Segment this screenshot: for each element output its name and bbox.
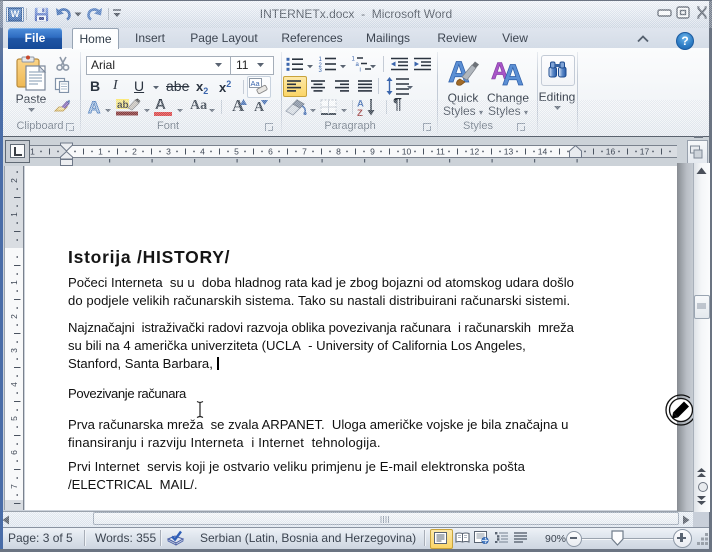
svg-text:Aa: Aa <box>251 79 261 88</box>
svg-text:i: i <box>360 68 361 73</box>
svg-text:ab: ab <box>117 100 129 111</box>
svg-text:2: 2 <box>132 146 137 156</box>
svg-text:2: 2 <box>9 178 19 183</box>
svg-text:3: 3 <box>9 348 19 353</box>
svg-text:9: 9 <box>370 146 375 156</box>
svg-text:12: 12 <box>470 146 480 156</box>
svg-text:3: 3 <box>166 146 171 156</box>
svg-text:8: 8 <box>336 146 341 156</box>
svg-text:6: 6 <box>9 450 19 455</box>
svg-text:14: 14 <box>538 146 548 156</box>
svg-text:1: 1 <box>30 146 35 156</box>
svg-text:6: 6 <box>268 146 273 156</box>
svg-text:17: 17 <box>640 146 650 156</box>
svg-text:2: 2 <box>9 314 19 319</box>
svg-text:4: 4 <box>9 382 19 387</box>
svg-text:16: 16 <box>606 146 616 156</box>
svg-text:7: 7 <box>302 146 307 156</box>
svg-text:5: 5 <box>9 416 19 421</box>
svg-text:11: 11 <box>436 146 445 156</box>
svg-text:10: 10 <box>402 146 412 156</box>
svg-text:A: A <box>502 59 524 88</box>
svg-text:4: 4 <box>200 146 205 156</box>
svg-text:7: 7 <box>9 484 19 489</box>
svg-text:1: 1 <box>9 212 19 217</box>
svg-text:5: 5 <box>234 146 239 156</box>
svg-text:1: 1 <box>9 280 19 285</box>
svg-text:3: 3 <box>319 68 323 72</box>
svg-text:1: 1 <box>98 146 103 156</box>
svg-text:13: 13 <box>504 146 514 156</box>
svg-text:Z: Z <box>357 108 363 117</box>
